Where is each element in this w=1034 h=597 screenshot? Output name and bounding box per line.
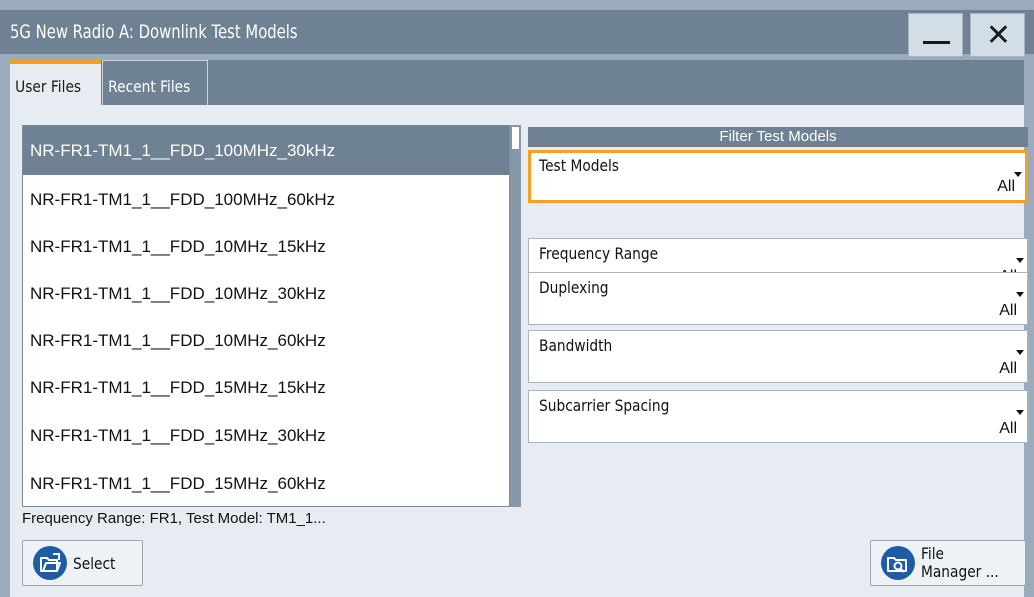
tab-user-files[interactable]: User Files (10, 60, 101, 105)
select-button[interactable]: Select (22, 540, 143, 586)
file-list-item[interactable]: NR-FR1-TM1_1__FDD_10MHz_60kHz (23, 316, 509, 365)
file-manager-label-line2: Manager ... (921, 562, 999, 581)
dropdown-value: All (999, 360, 1017, 377)
dropdown-value: All (999, 302, 1017, 319)
dropdown-arrow-icon (1016, 292, 1024, 297)
file-list-item[interactable]: NR-FR1-TM1_1__FDD_15MHz_30kHz (23, 411, 509, 460)
select-button-label: Select (73, 554, 116, 573)
file-list-item[interactable]: NR-FR1-TM1_1__FDD_10MHz_15kHz (23, 222, 509, 271)
dropdown-arrow-icon (1014, 172, 1022, 177)
dropdown-label: Bandwidth (539, 336, 613, 355)
file-list-item[interactable]: NR-FR1-TM1_1__FDD_10MHz_30kHz (23, 269, 509, 318)
close-icon: ✕ (985, 18, 1012, 53)
window-title: 5G New Radio A: Downlink Test Models (10, 21, 298, 43)
dropdown-label: Duplexing (539, 278, 609, 297)
title-bar: 5G New Radio A: Downlink Test Models (0, 10, 1034, 54)
subcarrier-spacing-dropdown[interactable]: Subcarrier Spacing All (528, 390, 1028, 443)
file-list-item[interactable]: NR-FR1-TM1_1__FDD_100MHz_60kHz (23, 175, 509, 224)
folder-search-icon (881, 546, 915, 580)
tab-recent-files[interactable]: Recent Files (102, 60, 208, 105)
folder-open-icon (33, 546, 67, 580)
dropdown-value: All (997, 178, 1015, 195)
dropdown-arrow-icon (1016, 410, 1024, 415)
dropdown-label: Frequency Range (539, 244, 659, 263)
dropdown-arrow-icon (1016, 258, 1024, 263)
minimize-icon (923, 41, 950, 44)
dropdown-arrow-icon (1016, 350, 1024, 355)
file-list-scrollbar[interactable] (510, 125, 521, 507)
file-list-item[interactable]: NR-FR1-TM1_1__FDD_100MHz_30kHz (23, 126, 509, 175)
file-list-item[interactable]: NR-FR1-TM1_1__FDD_15MHz_15kHz (23, 363, 509, 412)
tab-label: User Files (15, 77, 82, 96)
file-list-item[interactable]: NR-FR1-TM1_1__FDD_15MHz_60kHz (23, 459, 509, 506)
minimize-button[interactable] (908, 13, 963, 57)
test-models-dropdown[interactable]: Test Models All (528, 150, 1028, 203)
file-manager-button-label: File Manager ... (921, 545, 999, 581)
dropdown-label: Subcarrier Spacing (539, 396, 670, 415)
bandwidth-dropdown[interactable]: Bandwidth All (528, 330, 1028, 383)
filter-header: Filter Test Models (528, 127, 1028, 147)
duplexing-dropdown[interactable]: Duplexing All (528, 272, 1028, 325)
file-list[interactable]: NR-FR1-TM1_1__FDD_100MHz_30kHz NR-FR1-TM… (22, 125, 510, 507)
scrollbar-thumb[interactable] (512, 127, 519, 149)
file-manager-label-line1: File (921, 544, 945, 563)
dropdown-label: Test Models (539, 156, 619, 175)
file-info-status: Frequency Range: FR1, Test Model: TM1_1.… (22, 510, 326, 527)
file-manager-button[interactable]: File Manager ... (870, 540, 1026, 586)
close-button[interactable]: ✕ (970, 13, 1025, 57)
dropdown-value: All (999, 420, 1017, 437)
